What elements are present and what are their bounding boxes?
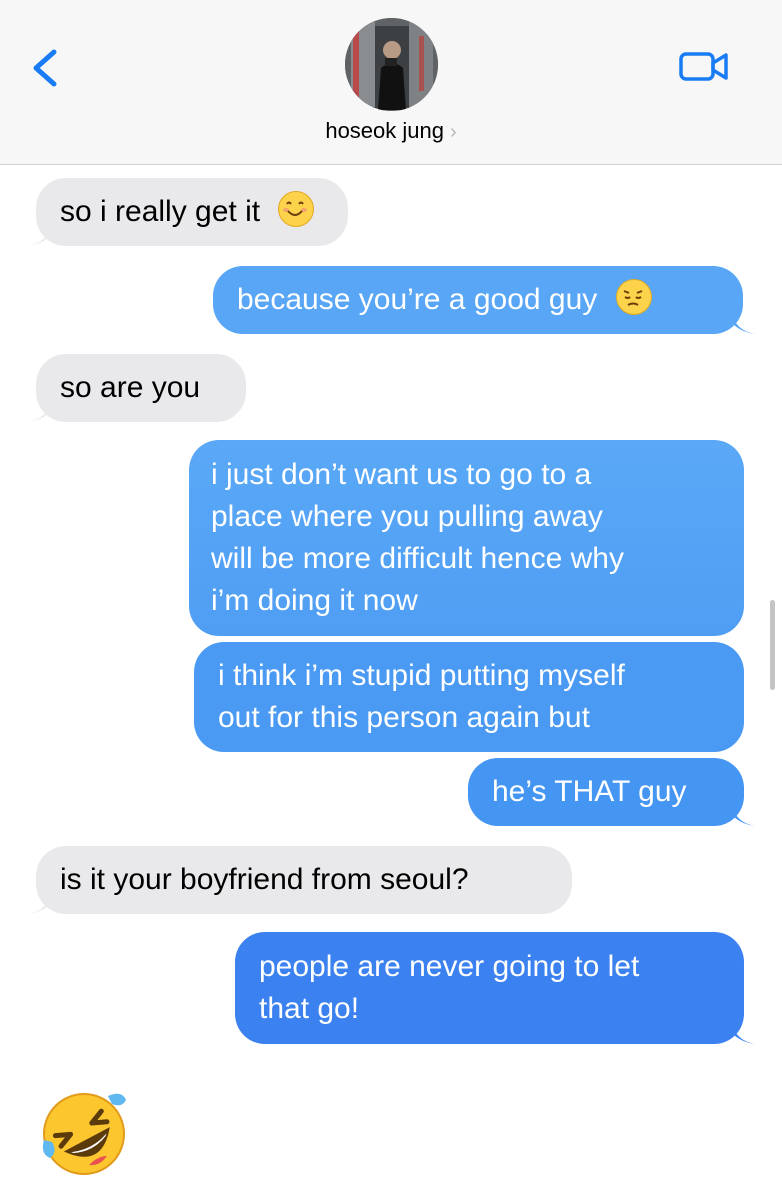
message-text: so are you <box>60 371 201 404</box>
message-line: people are never going to let <box>259 950 640 983</box>
avatar-photo <box>345 18 438 111</box>
rolling-on-floor-laughing-emoji[interactable] <box>38 1088 130 1180</box>
sent-message[interactable]: i just don’t want us to go to a place wh… <box>189 440 744 636</box>
sent-message[interactable]: he’s THAT guy <box>468 758 744 826</box>
sent-message[interactable]: people are never going to let that go! <box>235 932 744 1044</box>
message-line: i’m doing it now <box>211 584 418 617</box>
back-chevron-icon[interactable] <box>28 48 64 88</box>
bubble-tail <box>28 894 50 914</box>
message-line: that go! <box>259 992 360 1025</box>
message-text: is it your boyfriend from seoul? <box>60 863 469 896</box>
message-line: place where you pulling away <box>211 500 603 533</box>
bubble-tail <box>733 1024 755 1044</box>
received-message[interactable]: is it your boyfriend from seoul? <box>36 846 572 914</box>
contact-name-row[interactable]: hoseok jung › <box>0 118 782 144</box>
message-line: i think i’m stupid putting myself <box>218 659 625 692</box>
message-line: will be more difficult hence why <box>211 542 624 575</box>
sent-message[interactable]: i think i’m stupid putting myself out fo… <box>194 642 744 752</box>
message-line: out for this person again but <box>218 701 590 734</box>
message-line: i just don’t want us to go to a <box>211 458 592 491</box>
chevron-right-icon: › <box>449 121 457 143</box>
contact-name: hoseok jung <box>325 118 444 143</box>
message-text: he’s THAT guy <box>492 775 687 808</box>
bubble-tail <box>733 314 755 334</box>
bubble-tail <box>733 806 755 826</box>
scroll-indicator[interactable] <box>770 600 775 690</box>
contact-avatar[interactable] <box>345 18 438 111</box>
conversation-header: hoseok jung › <box>0 0 782 165</box>
bubble-tail <box>28 226 50 246</box>
received-message[interactable]: so i really get it <box>36 178 348 246</box>
pensive-face-emoji <box>615 279 652 315</box>
bubble-tail <box>28 402 50 422</box>
sent-message[interactable]: because you’re a good guy <box>213 266 743 334</box>
video-camera-icon[interactable] <box>678 48 730 84</box>
message-text: because you’re a good guy <box>237 283 598 316</box>
smiling-face-emoji <box>278 191 315 227</box>
received-message[interactable]: so are you <box>36 354 246 422</box>
message-text: so i really get it <box>60 195 261 228</box>
